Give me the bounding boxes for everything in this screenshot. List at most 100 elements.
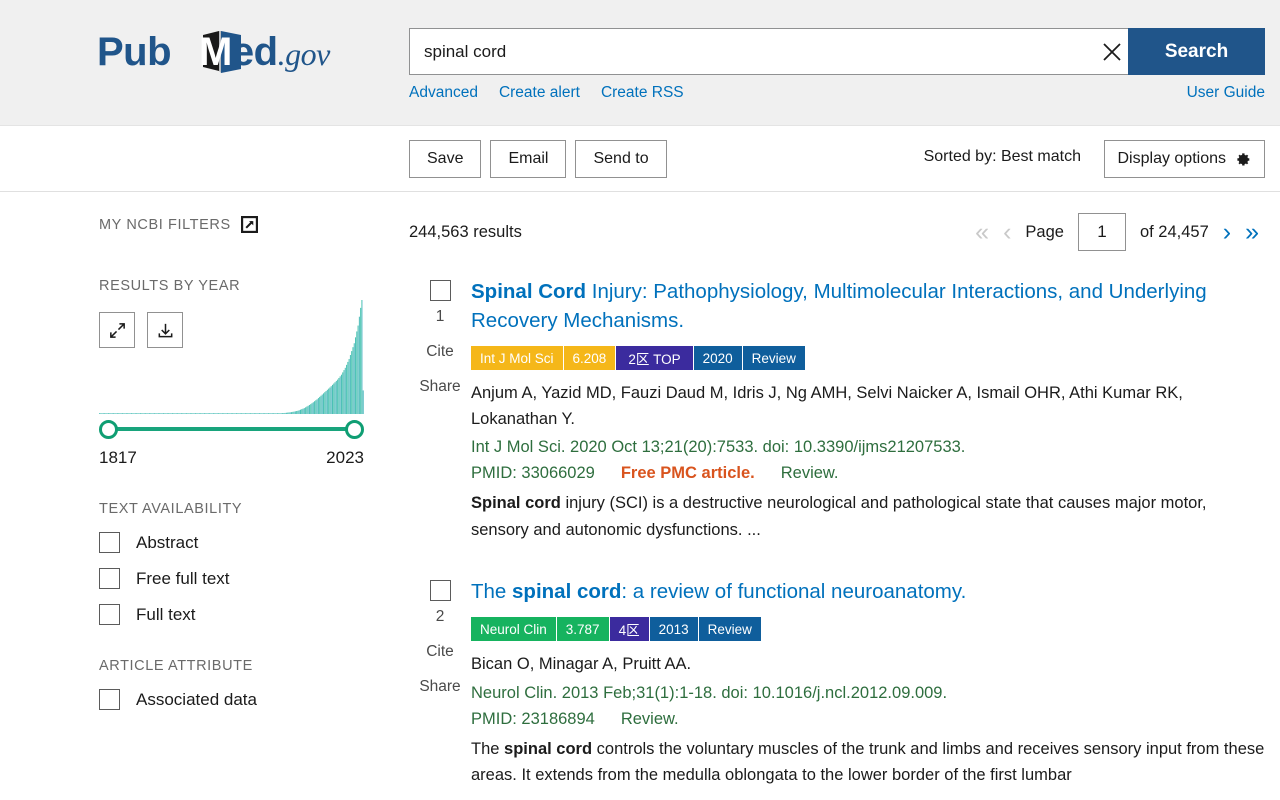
result-index: 2 [409, 608, 471, 626]
create-rss-link[interactable]: Create RSS [601, 84, 684, 102]
result-citation: Int J Mol Sci. 2020 Oct 13;21(20):7533. … [471, 435, 1265, 461]
search-input[interactable] [410, 29, 1086, 74]
result-title-rest: : a review of functional neuroanatomy. [621, 580, 966, 603]
result-title-highlight: Spinal Cord [471, 280, 586, 303]
result-pmid: PMID: 23186894 [471, 710, 595, 729]
result-authors: Bican O, Minagar A, Pruitt AA. [471, 652, 1265, 678]
logo-pub: Pub [97, 30, 171, 74]
checkbox-full-text[interactable] [99, 604, 120, 625]
result-title-link[interactable]: The spinal cord: a review of functional … [471, 577, 1265, 606]
filter-label-abstract: Abstract [136, 533, 198, 553]
result-publication-type: Review. [781, 464, 839, 483]
search-button[interactable]: Search [1128, 28, 1265, 75]
filter-label-full-text: Full text [136, 605, 196, 625]
last-page-button[interactable]: » [1245, 220, 1259, 245]
results-by-year-label: RESULTS BY YEAR [99, 278, 240, 294]
my-ncbi-filters-heading[interactable]: MY NCBI FILTERS [99, 216, 409, 233]
result-content: The spinal cord : a review of functional … [471, 577, 1265, 789]
badge-impact-factor: 3.787 [557, 617, 610, 641]
text-availability-heading: TEXT AVAILABILITY [99, 501, 409, 517]
page-word: Page [1025, 223, 1064, 242]
result-badges: Int J Mol Sci 6.208 2区 TOP 2020 Review [471, 346, 1265, 370]
select-result-checkbox[interactable] [430, 280, 451, 301]
results-action-bar: Save Email Send to Sorted by: Best match… [0, 126, 1280, 192]
filters-sidebar: MY NCBI FILTERS RESULTS BY YEAR [0, 192, 409, 789]
display-options-label: Display options [1118, 150, 1227, 168]
filter-section-article-attribute: ARTICLE ATTRIBUTE Associated data [99, 658, 409, 710]
next-page-button[interactable]: › [1223, 220, 1231, 245]
checkbox-free-full-text[interactable] [99, 568, 120, 589]
page-body: MY NCBI FILTERS RESULTS BY YEAR [0, 192, 1280, 789]
results-by-year-heading: RESULTS BY YEAR [99, 278, 409, 294]
cite-button[interactable]: Cite [409, 343, 471, 361]
result-item: 1 Cite Share Spinal Cord Injury: Pathoph… [409, 277, 1265, 543]
filter-label-associated-data: Associated data [136, 690, 257, 710]
filter-full-text[interactable]: Full text [99, 604, 409, 625]
result-title-link[interactable]: Spinal Cord Injury: Pathophysiology, Mul… [471, 277, 1265, 335]
result-snippet: Spinal cord injury (SCI) is a destructiv… [471, 490, 1265, 543]
result-identifiers: PMID: 33066029 Free PMC article. Review. [471, 464, 1265, 483]
result-badges: Neurol Clin 3.787 4区 2013 Review [471, 617, 1265, 641]
header-sub-links: Advanced Create alert Create RSS [409, 84, 684, 102]
results-column: 244,563 results « ‹ Page of 24,457 › » 1… [409, 192, 1280, 789]
display-options-button[interactable]: Display options [1104, 140, 1266, 178]
filter-abstract[interactable]: Abstract [99, 532, 409, 553]
result-publication-type: Review. [621, 710, 679, 729]
page-number-input[interactable] [1078, 213, 1126, 251]
badge-year: 2013 [650, 617, 699, 641]
histogram-bars [99, 296, 364, 414]
cite-button[interactable]: Cite [409, 643, 471, 661]
slider-track [109, 427, 354, 431]
select-result-checkbox[interactable] [430, 580, 451, 601]
pagination: « ‹ Page of 24,457 › » [975, 213, 1259, 251]
year-range-labels: 1817 2023 [99, 448, 364, 468]
filter-section-text-availability: TEXT AVAILABILITY Abstract Free full tex… [99, 501, 409, 625]
logo-wordmark: PubMed.gov [97, 32, 330, 72]
free-pmc-label: Free PMC article. [621, 464, 755, 483]
result-identifiers: PMID: 23186894 Review. [471, 710, 1265, 729]
pubmed-logo[interactable]: PubMed.gov [97, 28, 330, 76]
first-page-button[interactable]: « [975, 220, 989, 245]
badge-zone-top: 2区 TOP [616, 346, 693, 370]
result-actions-group: Save Email Send to [409, 140, 667, 178]
search-bar[interactable] [409, 28, 1139, 75]
save-button[interactable]: Save [409, 140, 481, 178]
snippet-highlight: Spinal cord [471, 494, 561, 512]
result-authors: Anjum A, Yazid MD, Fauzi Daud M, Idris J… [471, 381, 1265, 432]
filter-free-full-text[interactable]: Free full text [99, 568, 409, 589]
badge-journal: Int J Mol Sci [471, 346, 564, 370]
create-alert-link[interactable]: Create alert [499, 84, 580, 102]
external-link-icon [241, 216, 258, 233]
share-button[interactable]: Share [409, 678, 471, 696]
badge-impact-factor: 6.208 [564, 346, 617, 370]
checkbox-associated-data[interactable] [99, 689, 120, 710]
checkbox-abstract[interactable] [99, 532, 120, 553]
slider-knob-max[interactable] [345, 420, 364, 439]
advanced-link[interactable]: Advanced [409, 84, 478, 102]
badge-journal: Neurol Clin [471, 617, 557, 641]
user-guide-link[interactable]: User Guide [1187, 84, 1265, 102]
snippet-pre: The [471, 740, 504, 758]
slider-knob-min[interactable] [99, 420, 118, 439]
result-pmid: PMID: 33066029 [471, 464, 595, 483]
filter-associated-data[interactable]: Associated data [99, 689, 409, 710]
email-button[interactable]: Email [490, 140, 566, 178]
my-ncbi-filters-label: MY NCBI FILTERS [99, 217, 231, 233]
share-button[interactable]: Share [409, 378, 471, 396]
filter-label-free-full-text: Free full text [136, 569, 230, 589]
badge-type: Review [743, 346, 805, 370]
sorted-by-label: Sorted by: Best match [924, 148, 1081, 166]
send-to-button[interactable]: Send to [575, 140, 666, 178]
result-index: 1 [409, 308, 471, 326]
prev-page-button[interactable]: ‹ [1003, 220, 1011, 245]
year-range-slider[interactable] [99, 416, 364, 442]
snippet-highlight: spinal cord [504, 740, 592, 758]
badge-year: 2020 [694, 346, 743, 370]
result-content: Spinal Cord Injury: Pathophysiology, Mul… [471, 277, 1265, 543]
badge-type: Review [699, 617, 761, 641]
results-count: 244,563 results [409, 223, 522, 242]
results-by-year-histogram[interactable] [99, 296, 364, 414]
result-actions: 1 Cite Share [409, 277, 471, 543]
results-header: 244,563 results « ‹ Page of 24,457 › » [409, 212, 1265, 252]
gear-icon [1234, 151, 1251, 168]
